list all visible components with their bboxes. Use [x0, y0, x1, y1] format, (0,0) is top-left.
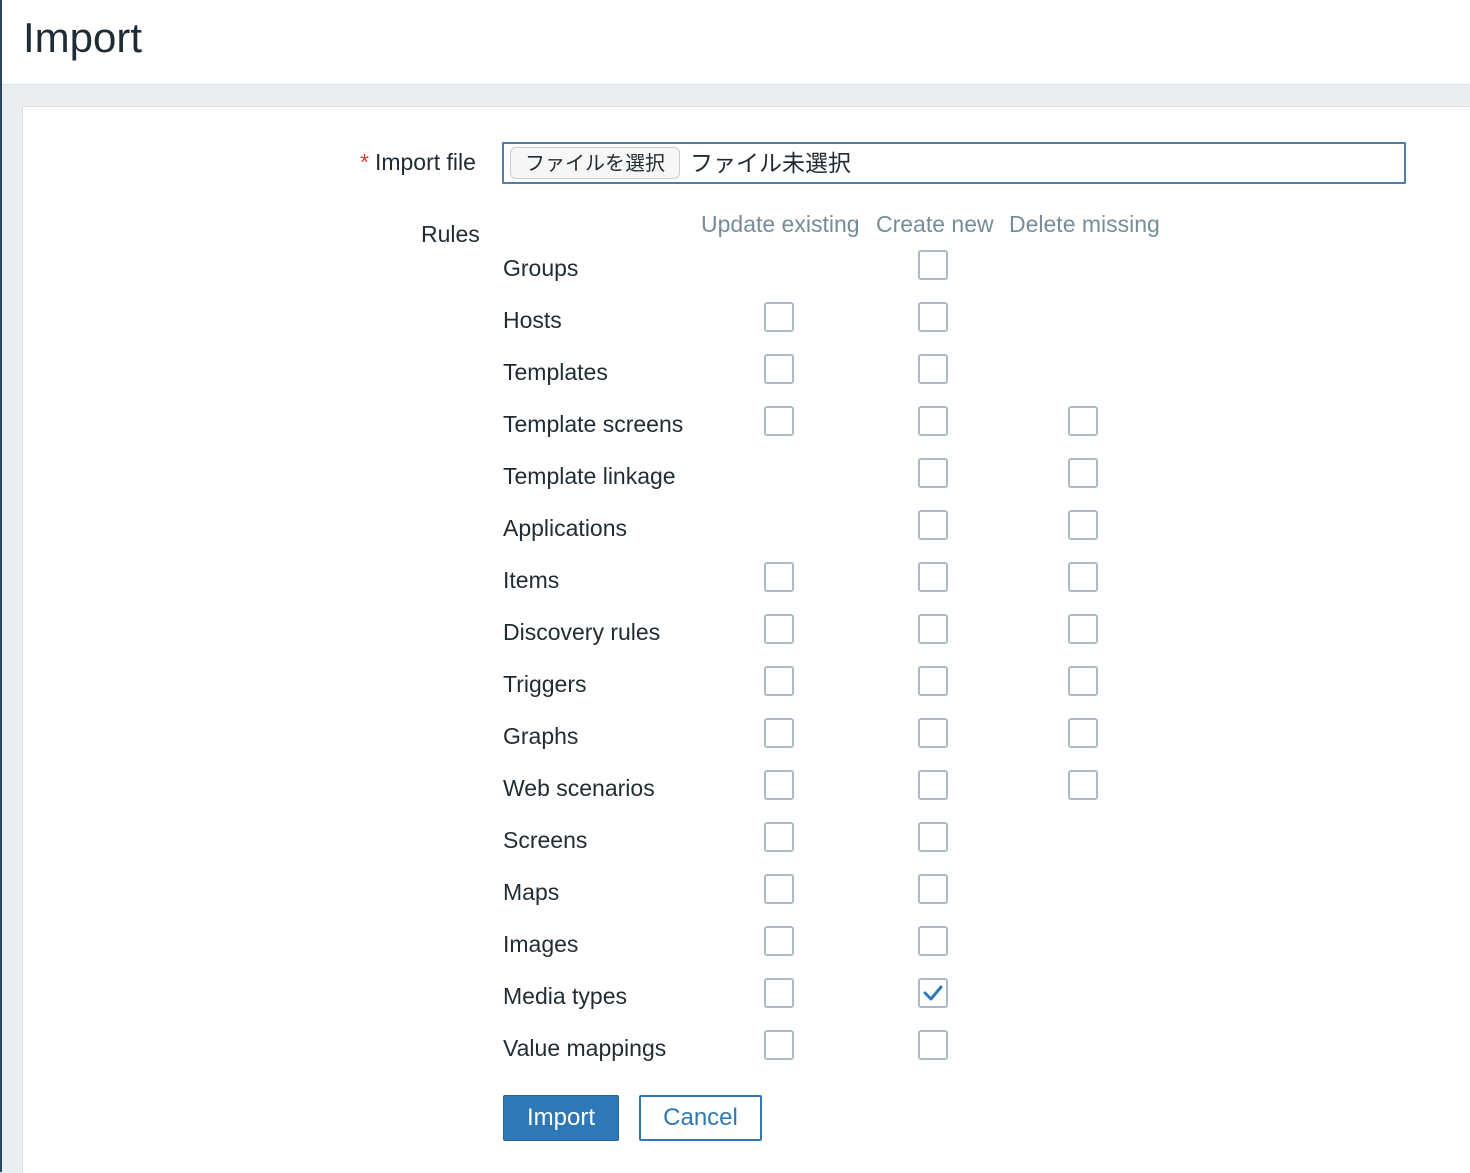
rule-label: Items [503, 567, 560, 593]
page-title: Import [23, 14, 143, 61]
import-button[interactable]: Import [503, 1095, 619, 1141]
checkbox-delete-triggers[interactable] [1068, 666, 1098, 696]
checkbox-create-hosts[interactable] [918, 302, 948, 332]
checkbox-delete-web-scenarios[interactable] [1068, 770, 1098, 800]
checkbox-update-value-mappings[interactable] [764, 1030, 794, 1060]
column-header-delete-missing: Delete missing [1009, 211, 1160, 237]
checkbox-create-value-mappings[interactable] [918, 1030, 948, 1060]
rule-label: Template screens [503, 411, 684, 437]
checkbox-update-maps[interactable] [764, 874, 794, 904]
checkbox-update-template-screens[interactable] [764, 406, 794, 436]
left-edge-bar [0, 0, 2, 1172]
rule-label: Web scenarios [503, 775, 655, 801]
choose-file-button[interactable]: ファイルを選択 [510, 147, 680, 179]
checkbox-delete-discovery-rules[interactable] [1068, 614, 1098, 644]
checkbox-delete-items[interactable] [1068, 562, 1098, 592]
rule-label: Images [503, 931, 579, 957]
checkbox-create-triggers[interactable] [918, 666, 948, 696]
rule-label: Template linkage [503, 463, 676, 489]
rule-label: Maps [503, 879, 560, 905]
checkbox-delete-template-linkage[interactable] [1068, 458, 1098, 488]
checkbox-update-web-scenarios[interactable] [764, 770, 794, 800]
checkbox-create-web-scenarios[interactable] [918, 770, 948, 800]
checkmark-icon [923, 985, 943, 1001]
checkbox-create-template-linkage[interactable] [918, 458, 948, 488]
checkbox-delete-applications[interactable] [1068, 510, 1098, 540]
column-header-update-existing: Update existing [701, 211, 860, 237]
rule-label: Value mappings [503, 1035, 667, 1061]
page-header: Import [2, 0, 1470, 85]
rule-label: Media types [503, 983, 628, 1009]
checkbox-update-templates[interactable] [764, 354, 794, 384]
cancel-button[interactable]: Cancel [639, 1095, 762, 1141]
checkbox-update-graphs[interactable] [764, 718, 794, 748]
rule-label: Screens [503, 827, 588, 853]
checkbox-update-items[interactable] [764, 562, 794, 592]
checkbox-create-screens[interactable] [918, 822, 948, 852]
checkbox-update-images[interactable] [764, 926, 794, 956]
checkbox-create-discovery-rules[interactable] [918, 614, 948, 644]
checkbox-update-media-types[interactable] [764, 978, 794, 1008]
checkbox-update-hosts[interactable] [764, 302, 794, 332]
file-status-text: ファイル未選択 [690, 151, 851, 177]
checkbox-create-media-types[interactable] [918, 978, 948, 1008]
import-file-label: * Import file [360, 149, 476, 175]
import-form-panel [22, 106, 1470, 1173]
rule-label: Applications [503, 515, 628, 541]
rule-label: Hosts [503, 307, 562, 333]
checkbox-update-discovery-rules[interactable] [764, 614, 794, 644]
checkbox-create-items[interactable] [918, 562, 948, 592]
import-file-input[interactable]: ファイルを選択 ファイル未選択 [502, 142, 1406, 184]
checkbox-create-template-screens[interactable] [918, 406, 948, 436]
checkbox-create-graphs[interactable] [918, 718, 948, 748]
column-header-create-new: Create new [876, 211, 994, 237]
rule-label: Triggers [503, 671, 587, 697]
checkbox-create-groups[interactable] [918, 250, 948, 280]
rules-label: Rules [421, 221, 480, 247]
checkbox-delete-graphs[interactable] [1068, 718, 1098, 748]
checkbox-create-templates[interactable] [918, 354, 948, 384]
checkbox-create-applications[interactable] [918, 510, 948, 540]
checkbox-update-triggers[interactable] [764, 666, 794, 696]
rule-label: Groups [503, 255, 579, 281]
rule-label: Discovery rules [503, 619, 661, 645]
checkbox-update-screens[interactable] [764, 822, 794, 852]
required-marker: * [360, 149, 369, 175]
checkbox-delete-template-screens[interactable] [1068, 406, 1098, 436]
checkbox-create-images[interactable] [918, 926, 948, 956]
rule-label: Templates [503, 359, 608, 385]
rule-label: Graphs [503, 723, 579, 749]
checkbox-create-maps[interactable] [918, 874, 948, 904]
